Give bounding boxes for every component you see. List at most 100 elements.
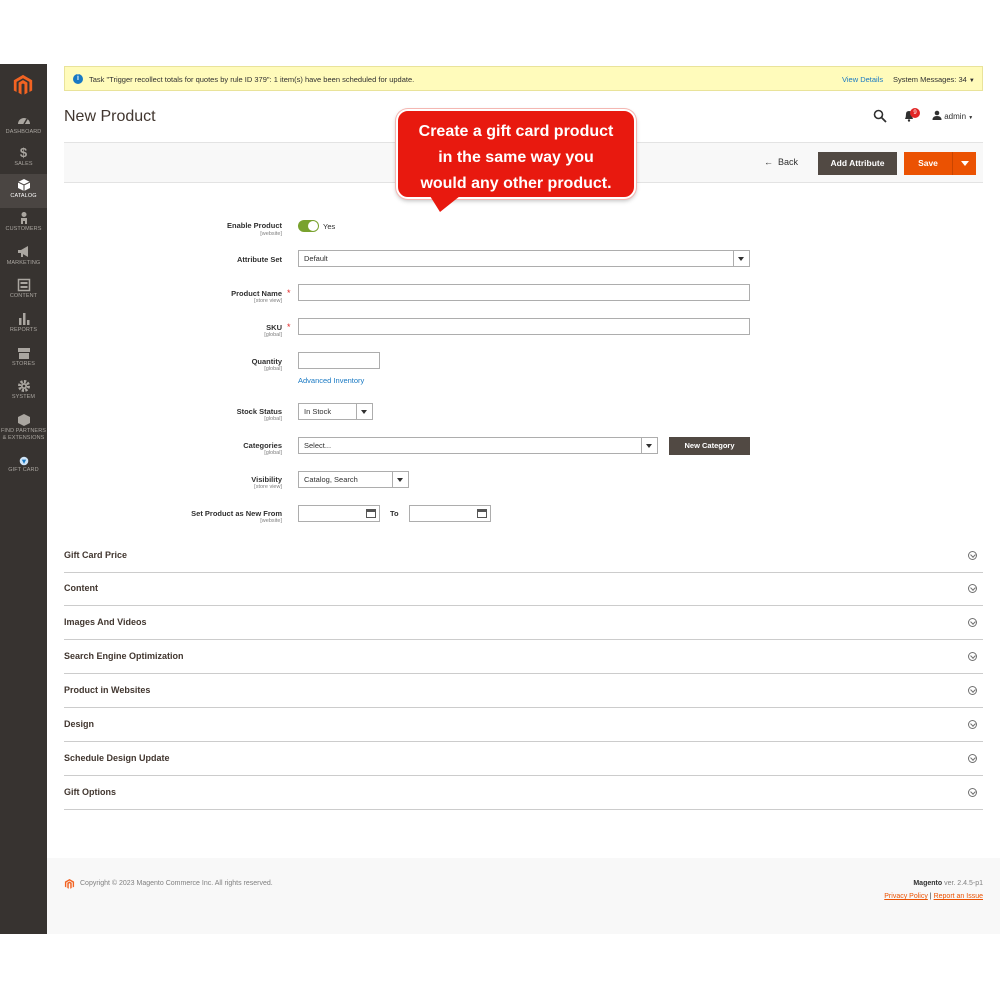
callout-line-1: Create a gift card product — [418, 123, 614, 140]
report-issue-link[interactable]: Report an Issue — [934, 893, 983, 900]
chevron-down-icon — [356, 404, 372, 419]
privacy-policy-link[interactable]: Privacy Policy — [884, 893, 928, 900]
section-gift-card-price[interactable]: Gift Card Price — [64, 539, 983, 573]
arrow-left-icon: ← — [764, 157, 773, 167]
section-title: Images And Videos — [64, 617, 147, 627]
new-category-button[interactable]: New Category — [669, 437, 750, 455]
section-content[interactable]: Content — [64, 572, 983, 606]
section-product-in-websites[interactable]: Product in Websites — [64, 674, 983, 708]
sidebar-item-stores[interactable]: STORES — [0, 346, 47, 376]
save-options-dropdown-button[interactable] — [952, 152, 976, 175]
enable-product-toggle[interactable] — [298, 220, 319, 232]
sidebar-item-customers[interactable]: CUSTOMERS — [0, 211, 47, 241]
required-marker: * — [287, 288, 291, 298]
sidebar-item-content[interactable]: CONTENT — [0, 278, 47, 308]
section-title: Search Engine Optimization — [64, 651, 184, 661]
new-to-date-input[interactable] — [409, 505, 491, 522]
required-marker: * — [287, 322, 291, 332]
page-footer: Copyright © 2023 Magento Commerce Inc. A… — [47, 858, 1000, 934]
sidebar-item-label: FIND PARTNERS — [0, 428, 47, 434]
info-icon: i — [73, 74, 83, 84]
system-messages-toggle[interactable]: System Messages: 34 ▼ — [893, 75, 975, 84]
section-images-and-videos[interactable]: Images And Videos — [64, 606, 983, 640]
section-title: Gift Card Price — [64, 550, 128, 560]
content-icon — [17, 278, 30, 292]
version-info: Magento ver. 2.4.5-p1 — [913, 880, 983, 887]
chevron-down-icon — [968, 652, 977, 661]
dashboard-icon — [17, 118, 30, 125]
sidebar-item-gift-card[interactable]: GIFT CARD — [0, 456, 47, 486]
sidebar-item-reports[interactable]: REPORTS — [0, 312, 47, 342]
quantity-input[interactable] — [298, 352, 380, 369]
brand-name: Magento — [913, 880, 943, 887]
footer-separator: | — [929, 893, 932, 900]
version-text: ver. 2.4.5-p1 — [944, 880, 983, 887]
sidebar-item-catalog[interactable]: CATALOG — [0, 174, 47, 208]
advanced-inventory-link[interactable]: Advanced Inventory — [298, 376, 364, 385]
gift-card-icon — [19, 456, 28, 466]
calendar-icon[interactable] — [477, 509, 487, 518]
sidebar-item-sales[interactable]: $ SALES — [0, 146, 47, 176]
section-design[interactable]: Design — [64, 708, 983, 742]
system-message-text: Task "Trigger recollect totals for quote… — [89, 75, 415, 84]
attribute-set-value: Default — [304, 254, 328, 263]
magento-logo-icon — [64, 878, 75, 889]
magento-logo-icon[interactable] — [12, 74, 34, 96]
stock-status-value: In Stock — [304, 407, 332, 416]
visibility-label: Visibility — [251, 475, 282, 484]
sidebar-item-system[interactable]: SYSTEM — [0, 379, 47, 409]
section-schedule-design-update[interactable]: Schedule Design Update — [64, 742, 983, 776]
callout-line-3: would any other product. — [420, 175, 612, 192]
sidebar-item-marketing[interactable]: MARKETING — [0, 245, 47, 275]
new-from-date-input[interactable] — [298, 505, 380, 522]
stock-status-scope: [global] — [264, 416, 282, 422]
save-button[interactable]: Save — [904, 152, 952, 175]
enable-product-scope: [website] — [260, 231, 282, 237]
bar-chart-icon — [18, 313, 29, 325]
add-attribute-button[interactable]: Add Attribute — [818, 152, 897, 175]
quantity-scope: [global] — [264, 366, 282, 372]
copyright-text: Copyright © 2023 Magento Commerce Inc. A… — [80, 880, 273, 887]
admin-username: admin — [944, 112, 967, 121]
sidebar-item-find-partners[interactable]: FIND PARTNERS & EXTENSIONS — [0, 413, 47, 449]
categories-select[interactable]: Select... — [298, 437, 658, 454]
section-title: Gift Options — [64, 787, 116, 797]
search-icon[interactable] — [873, 109, 887, 123]
categories-value: Select... — [304, 441, 332, 450]
view-details-link[interactable]: View Details — [842, 75, 883, 84]
stock-status-select[interactable]: In Stock — [298, 403, 373, 420]
visibility-select[interactable]: Catalog, Search — [298, 471, 409, 488]
chevron-down-icon — [733, 251, 749, 266]
annotation-callout: Create a gift card product in the same w… — [396, 109, 636, 199]
footer-links: Privacy Policy | Report an Issue — [884, 893, 983, 900]
sidebar-item-label: CATALOG — [10, 193, 37, 199]
page-title: New Product — [64, 108, 156, 125]
quantity-label: Quantity — [251, 357, 282, 366]
product-name-scope: [store view] — [254, 298, 282, 304]
section-gift-options[interactable]: Gift Options — [64, 776, 983, 810]
callout-line-2: in the same way you — [438, 149, 594, 166]
chevron-down-icon — [392, 472, 408, 487]
admin-user-menu[interactable]: admin ▼ — [932, 110, 973, 121]
product-name-input[interactable] — [298, 284, 750, 301]
categories-scope: [global] — [264, 450, 282, 456]
system-messages-count: System Messages: 34 — [893, 75, 967, 84]
attribute-set-select[interactable]: Default — [298, 250, 750, 267]
person-icon — [20, 212, 27, 224]
enable-product-label: Enable Product — [226, 221, 282, 230]
dollar-icon: $ — [19, 145, 28, 160]
sidebar-item-label: DASHBOARD — [5, 129, 42, 135]
sidebar-item-dashboard[interactable]: DASHBOARD — [0, 114, 47, 144]
section-seo[interactable]: Search Engine Optimization — [64, 640, 983, 674]
calendar-icon[interactable] — [366, 509, 376, 518]
admin-sidebar: DASHBOARD $ SALES CATALOG CUSTOMERS MARK… — [0, 64, 47, 934]
caret-down-icon: ▼ — [968, 115, 974, 121]
callout-text: Create a gift card product in the same w… — [398, 119, 634, 197]
notifications-count-badge: 9 — [910, 108, 920, 118]
megaphone-icon — [17, 246, 28, 257]
gear-icon — [17, 380, 30, 392]
back-button[interactable]: ← Back — [764, 157, 798, 167]
chevron-down-icon — [968, 788, 977, 797]
sku-input[interactable] — [298, 318, 750, 335]
enable-product-value: Yes — [323, 222, 336, 231]
